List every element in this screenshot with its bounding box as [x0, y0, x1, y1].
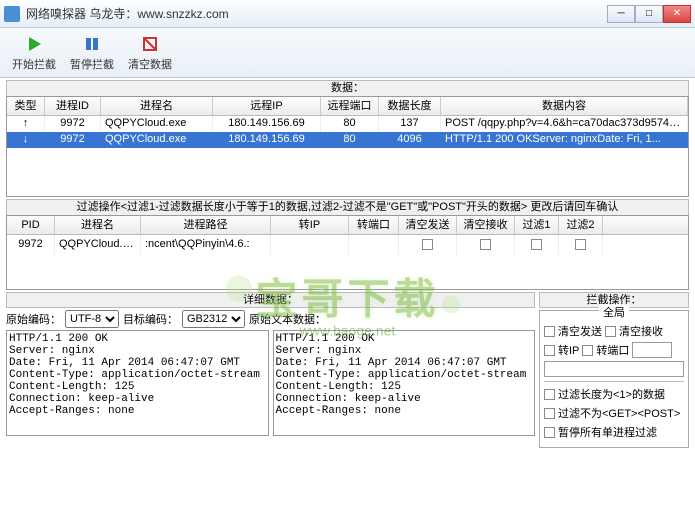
checkbox[interactable] — [575, 239, 586, 250]
checkbox-filter-method[interactable] — [544, 408, 555, 419]
data-grid: 类型 进程ID 进程名 远程IP 远程端口 数据长度 数据内容 ↑ 9972 Q… — [6, 96, 689, 197]
col-rip[interactable]: 远程IP — [213, 97, 321, 115]
close-button[interactable]: ✕ — [663, 5, 691, 23]
encode-bar: 原始编码： UTF-8 目标编码： GB2312 原始文本数据： — [6, 308, 535, 330]
fcol-tport[interactable]: 转端口 — [349, 216, 399, 234]
intercept-panel: 拦截操作： 全局 清空发送 清空接收 转IP 转端口 过滤长度为<1>的数据 过… — [539, 292, 689, 448]
table-row[interactable]: ↓ 9972 QQPYCloud.exe 180.149.156.69 80 4… — [7, 132, 688, 148]
fcol-cr[interactable]: 清空接收 — [457, 216, 515, 234]
trans-port-input[interactable] — [632, 342, 672, 358]
checkbox[interactable] — [480, 239, 491, 250]
fcol-pname[interactable]: 进程名 — [55, 216, 141, 234]
pause-label: 暂停拦截 — [70, 56, 114, 72]
data-panel-title: 数据： — [6, 80, 689, 96]
col-content[interactable]: 数据内容 — [441, 97, 688, 115]
fcol-f1[interactable]: 过滤1 — [515, 216, 559, 234]
fcol-path[interactable]: 进程路径 — [141, 216, 271, 234]
detail-text-left[interactable]: HTTP/1.1 200 OK Server: nginx Date: Fri,… — [6, 330, 269, 436]
targ-enc-label: 目标编码： — [123, 311, 178, 327]
col-pname[interactable]: 进程名 — [101, 97, 213, 115]
clear-icon — [140, 34, 160, 54]
bottom-area: 详细数据： 原始编码： UTF-8 目标编码： GB2312 原始文本数据： H… — [6, 292, 689, 448]
data-grid-body[interactable]: ↑ 9972 QQPYCloud.exe 180.149.156.69 80 1… — [7, 116, 688, 196]
global-label: 全局 — [599, 304, 629, 320]
start-button[interactable]: 开始拦截 — [6, 31, 62, 75]
titlebar: 网络嗅探器 乌龙寺：www.snzzkz.com ─ □ ✕ — [0, 0, 695, 28]
fcol-f2[interactable]: 过滤2 — [559, 216, 603, 234]
checkbox-trans-port[interactable] — [582, 345, 593, 356]
clear-button[interactable]: 清空数据 — [122, 31, 178, 75]
start-label: 开始拦截 — [12, 56, 56, 72]
detail-title: 详细数据： — [6, 292, 535, 308]
raw-text-label: 原始文本数据： — [249, 311, 326, 327]
play-icon — [24, 34, 44, 54]
checkbox-filter-len[interactable] — [544, 389, 555, 400]
trans-ip-input[interactable] — [544, 361, 684, 377]
minimize-button[interactable]: ─ — [607, 5, 635, 23]
table-row[interactable]: 9972 QQPYCloud.exe :ncent\QQPinyin\4.6.: — [7, 235, 688, 255]
detail-panel: 详细数据： 原始编码： UTF-8 目标编码： GB2312 原始文本数据： H… — [6, 292, 535, 448]
col-dlen[interactable]: 数据长度 — [379, 97, 441, 115]
pause-button[interactable]: 暂停拦截 — [64, 31, 120, 75]
filter-grid-header: PID 进程名 进程路径 转IP 转端口 清空发送 清空接收 过滤1 过滤2 — [7, 216, 688, 235]
orig-enc-label: 原始编码： — [6, 311, 61, 327]
col-type[interactable]: 类型 — [7, 97, 45, 115]
app-icon — [4, 6, 20, 22]
data-grid-header: 类型 进程ID 进程名 远程IP 远程端口 数据长度 数据内容 — [7, 97, 688, 116]
checkbox-clear-recv[interactable] — [605, 326, 616, 337]
fcol-tip[interactable]: 转IP — [271, 216, 349, 234]
checkbox[interactable] — [531, 239, 542, 250]
filter-panel-title: 过滤操作<过滤1-过滤数据长度小于等于1的数据,过滤2-过滤不是"GET"或"P… — [6, 199, 689, 215]
window-controls: ─ □ ✕ — [607, 5, 691, 23]
table-row[interactable]: ↑ 9972 QQPYCloud.exe 180.149.156.69 80 1… — [7, 116, 688, 132]
checkbox-trans-ip[interactable] — [544, 345, 555, 356]
maximize-button[interactable]: □ — [635, 5, 663, 23]
window-title: 网络嗅探器 乌龙寺：www.snzzkz.com — [26, 5, 607, 22]
global-fieldset: 全局 清空发送 清空接收 转IP 转端口 过滤长度为<1>的数据 过滤不为<GE… — [539, 310, 689, 448]
orig-enc-select[interactable]: UTF-8 — [65, 310, 119, 328]
toolbar: 开始拦截 暂停拦截 清空数据 — [0, 28, 695, 78]
data-panel: 数据： 类型 进程ID 进程名 远程IP 远程端口 数据长度 数据内容 ↑ 99… — [6, 80, 689, 197]
checkbox[interactable] — [422, 239, 433, 250]
filter-grid: PID 进程名 进程路径 转IP 转端口 清空发送 清空接收 过滤1 过滤2 9… — [6, 215, 689, 290]
targ-enc-select[interactable]: GB2312 — [182, 310, 245, 328]
clear-label: 清空数据 — [128, 56, 172, 72]
checkbox-clear-send[interactable] — [544, 326, 555, 337]
filter-panel: 过滤操作<过滤1-过滤数据长度小于等于1的数据,过滤2-过滤不是"GET"或"P… — [6, 199, 689, 290]
pause-icon — [82, 34, 102, 54]
detail-text-right[interactable]: HTTP/1.1 200 OK Server: nginx Date: Fri,… — [273, 330, 536, 436]
filter-grid-body[interactable]: 9972 QQPYCloud.exe :ncent\QQPinyin\4.6.: — [7, 235, 688, 289]
col-pid[interactable]: 进程ID — [45, 97, 101, 115]
fcol-pid[interactable]: PID — [7, 216, 55, 234]
col-rport[interactable]: 远程端口 — [321, 97, 379, 115]
checkbox-pause-all[interactable] — [544, 427, 555, 438]
fcol-cs[interactable]: 清空发送 — [399, 216, 457, 234]
